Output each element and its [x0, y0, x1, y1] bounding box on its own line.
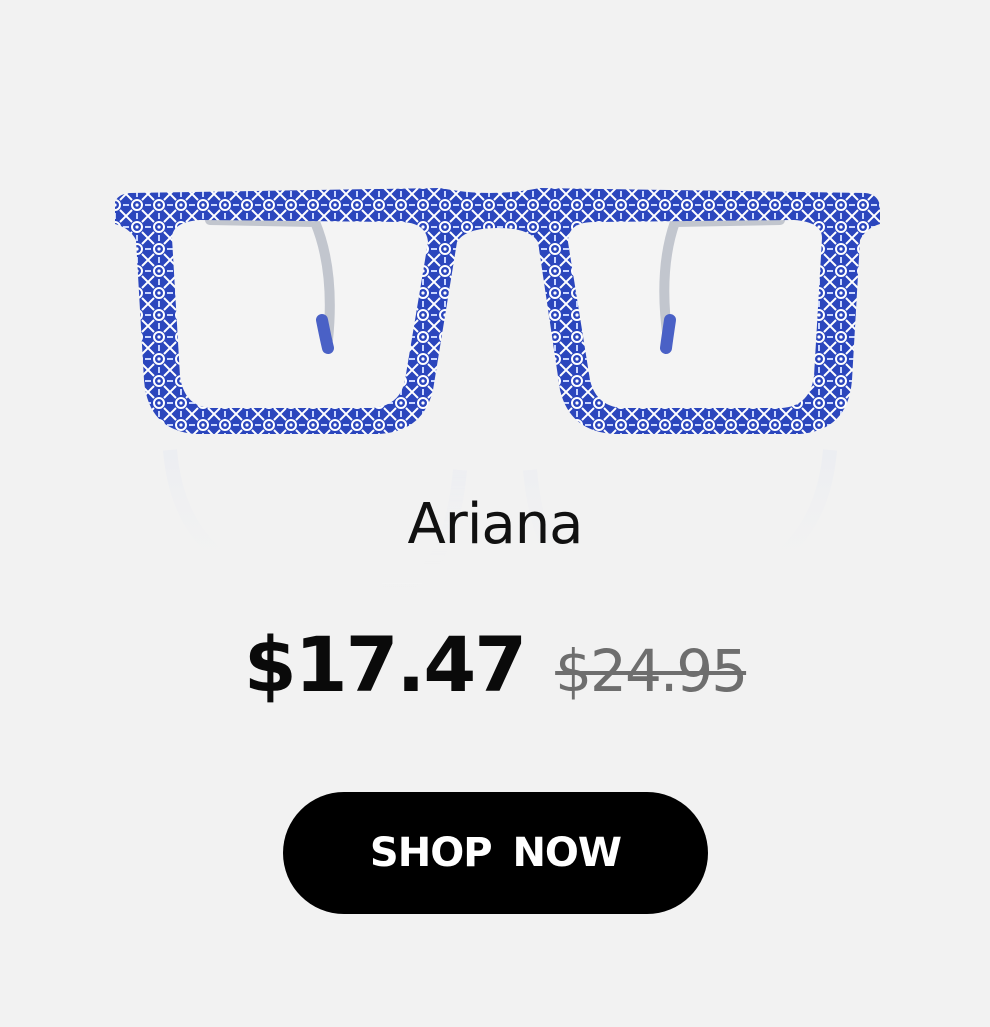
product-name[interactable]: Ariana	[0, 490, 990, 560]
sale-price: $17.47	[243, 620, 527, 709]
product-card: Ariana $17.47 $24.95 SHOP NOW	[0, 0, 990, 1027]
original-price: $24.95	[555, 637, 748, 705]
shop-now-button[interactable]: SHOP NOW	[283, 792, 708, 914]
price-row: $17.47 $24.95	[0, 620, 990, 720]
